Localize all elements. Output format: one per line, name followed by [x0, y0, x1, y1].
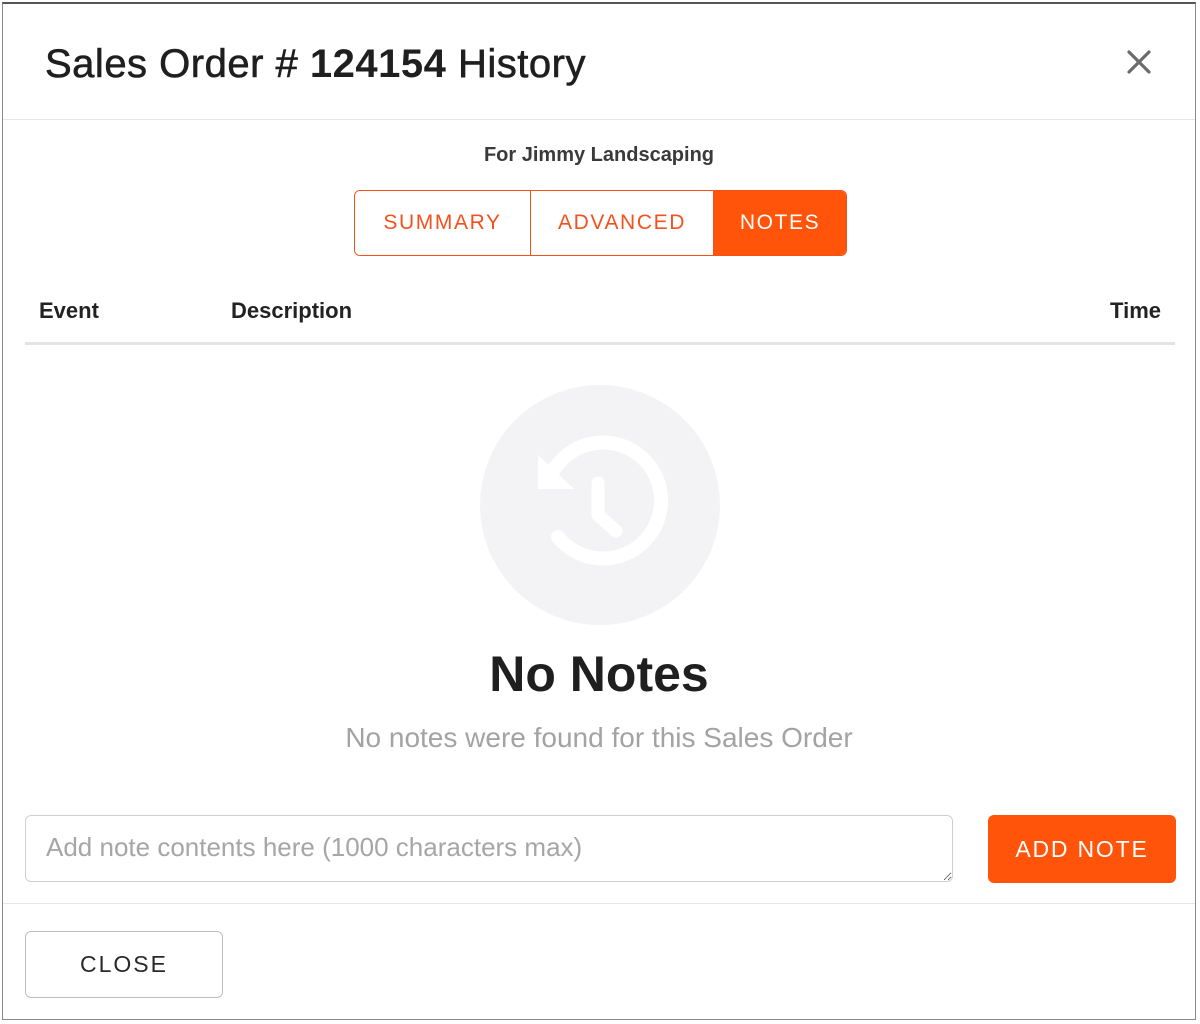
tab-advanced[interactable]: ADVANCED [530, 191, 713, 255]
title-prefix: Sales Order # [45, 42, 310, 87]
close-button[interactable]: CLOSE [25, 931, 223, 998]
tab-notes[interactable]: NOTES [713, 191, 846, 255]
column-header-event: Event [39, 298, 99, 323]
add-note-button[interactable]: ADD NOTE [988, 815, 1176, 883]
empty-state-message: No notes were found for this Sales Order [345, 722, 853, 753]
title-suffix: History [446, 42, 586, 87]
tab-summary[interactable]: SUMMARY [355, 191, 530, 255]
column-header-time: Time [1110, 298, 1161, 323]
modal-header: Sales Order # 124154 History [3, 4, 1195, 120]
modal-footer: CLOSE [3, 903, 1195, 1019]
history-icon [538, 435, 669, 566]
history-tabs: SUMMARY ADVANCED NOTES [354, 190, 847, 256]
notes-table-header: Event Description Time [25, 282, 1175, 345]
note-contents-input[interactable] [25, 815, 953, 882]
history-modal: Sales Order # 124154 History For Jimmy L… [2, 2, 1196, 1020]
order-number: 124154 [309, 42, 447, 86]
customer-subtitle: For Jimmy Landscaping [483, 144, 715, 166]
close-icon[interactable] [1123, 46, 1155, 78]
empty-state-badge [480, 385, 720, 625]
modal-title: Sales Order # 124154 History [45, 40, 586, 88]
column-header-description: Description [231, 298, 353, 323]
empty-state-title: No Notes [489, 646, 709, 702]
